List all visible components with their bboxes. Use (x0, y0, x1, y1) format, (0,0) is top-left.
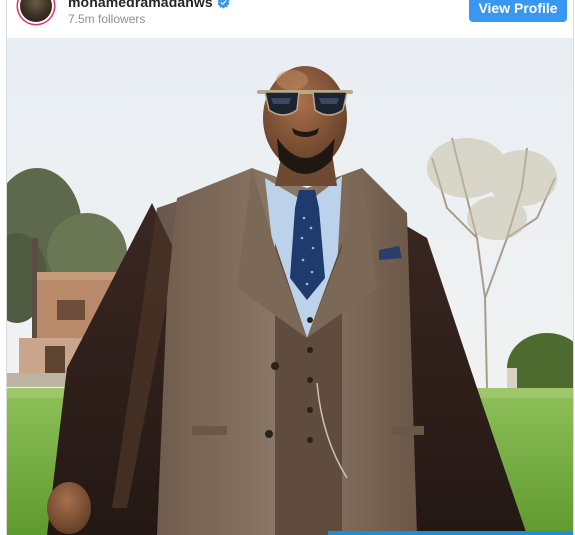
verified-badge-icon (217, 0, 230, 9)
post-header: mohamedramadanws 7.5m followers View Pro… (7, 0, 573, 38)
follower-count: 7.5m followers (68, 12, 146, 26)
view-profile-button[interactable]: View Profile (469, 0, 567, 22)
post-image[interactable] (7, 38, 573, 535)
loading-bar (328, 531, 573, 535)
instagram-embed: mohamedramadanws 7.5m followers View Pro… (6, 0, 574, 535)
avatar[interactable] (20, 0, 52, 22)
username[interactable]: mohamedramadanws (68, 0, 213, 10)
username-row: mohamedramadanws (68, 0, 230, 10)
